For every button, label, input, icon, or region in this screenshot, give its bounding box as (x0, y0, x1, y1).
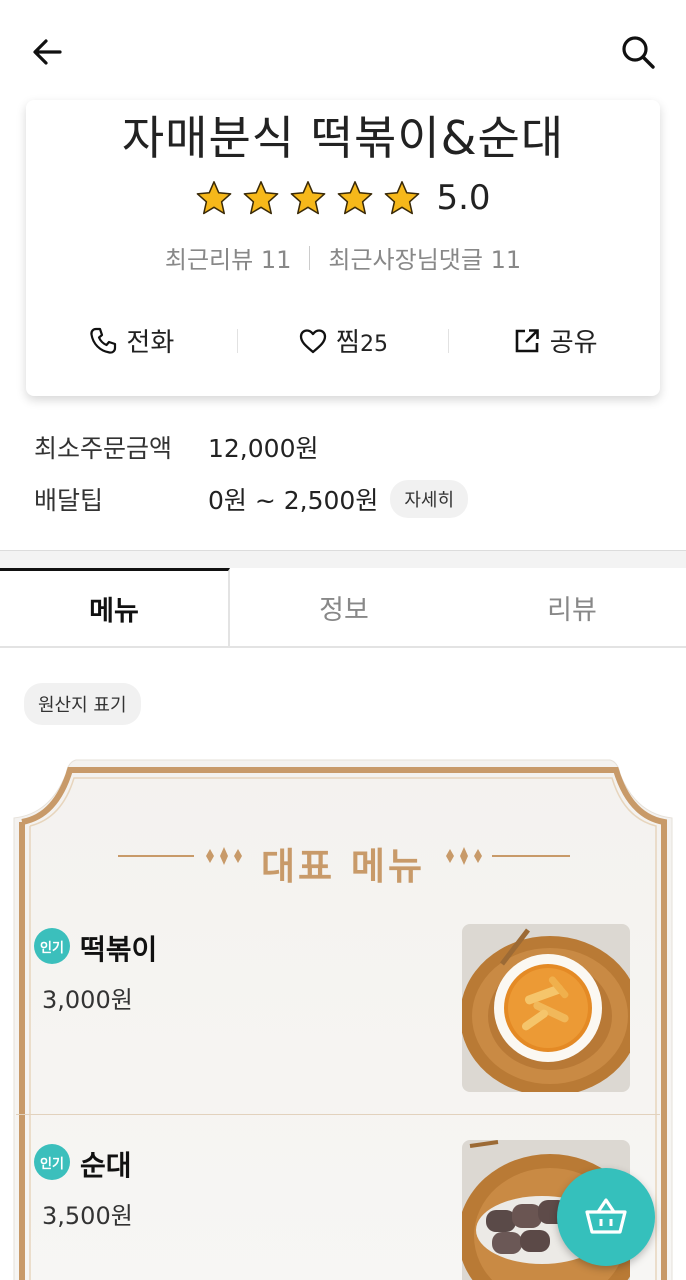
delivery-tip-value: 0원 ~ 2,500원 (208, 486, 379, 515)
share-label: 공유 (549, 328, 598, 358)
menu-item[interactable]: 인기 떡볶이 3,000원 (28, 920, 638, 1100)
rating-value: 5.0 (436, 178, 491, 218)
star-icon (338, 181, 373, 215)
star-icon (244, 181, 279, 215)
star-icon (385, 181, 420, 215)
share-icon (515, 328, 539, 352)
menu-item-price: 3,000원 (42, 986, 133, 1014)
tab-info[interactable]: 정보 (230, 568, 458, 646)
menu-item-name: 순대 (80, 1149, 132, 1182)
min-order-row: 최소주문금액 12,000원 (34, 426, 654, 468)
phone-icon (90, 327, 117, 354)
store-info-card: 자매분식 떡볶이&순대 5.0 최근리뷰 11 최근사장님댓글 11 전화 찜2… (26, 100, 660, 396)
delivery-tip-label: 배달팁 (34, 486, 104, 515)
delivery-tip-detail-button[interactable]: 자세히 (390, 480, 469, 518)
origin-label-button[interactable]: 원산지 표기 (24, 683, 141, 725)
top-bar (0, 0, 686, 100)
featured-menu-title: 대표 메뉴 (260, 845, 426, 888)
tab-reviews[interactable]: 리뷰 (458, 568, 686, 646)
menu-item-name: 떡볶이 (80, 933, 158, 966)
heart-icon (299, 328, 327, 353)
back-button[interactable] (28, 32, 68, 72)
call-label: 전화 (126, 328, 175, 358)
arrow-left-icon (33, 39, 62, 65)
popular-badge: 인기 (34, 928, 70, 964)
menu-item-divider (16, 1114, 660, 1115)
search-icon (622, 36, 655, 69)
review-counts: 최근리뷰 11 최근사장님댓글 11 (26, 240, 660, 275)
menu-item[interactable]: 인기 순대 3,500원 (28, 1136, 638, 1280)
store-actions: 전화 찜25 공유 (26, 322, 660, 359)
popular-badge: 인기 (34, 1144, 70, 1180)
star-icon (291, 181, 326, 215)
favorite-label: 찜25 (336, 322, 388, 359)
tab-bar: 메뉴 정보 리뷰 (0, 568, 686, 648)
favorite-text: 찜 (336, 328, 360, 358)
basket-icon (585, 1198, 627, 1234)
section-divider (0, 550, 686, 568)
min-order-value: 12,000원 (208, 434, 319, 463)
share-button[interactable]: 공유 (449, 322, 660, 359)
owner-replies-count[interactable]: 최근사장님댓글 11 (328, 240, 521, 275)
star-icon (197, 181, 232, 215)
call-button[interactable]: 전화 (26, 322, 237, 359)
store-name: 자매분식 떡볶이&순대 (121, 111, 565, 165)
favorite-count: 25 (359, 332, 388, 357)
favorite-button[interactable]: 찜25 (238, 322, 449, 359)
menu-item-photo (462, 924, 630, 1092)
tab-menu[interactable]: 메뉴 (0, 568, 230, 646)
order-info: 최소주문금액 12,000원 배달팁 0원 ~ 2,500원 자세히 (34, 426, 654, 530)
search-button[interactable] (618, 32, 658, 72)
tteokbokki-photo (462, 924, 630, 1092)
min-order-label: 최소주문금액 (34, 434, 173, 463)
cart-button[interactable] (557, 1168, 655, 1266)
recent-reviews-count[interactable]: 최근리뷰 11 (165, 240, 292, 275)
menu-item-price: 3,500원 (42, 1202, 133, 1230)
divider (309, 245, 311, 270)
delivery-tip-row: 배달팁 0원 ~ 2,500원 자세히 (34, 478, 654, 520)
rating-row[interactable]: 5.0 (26, 178, 660, 218)
